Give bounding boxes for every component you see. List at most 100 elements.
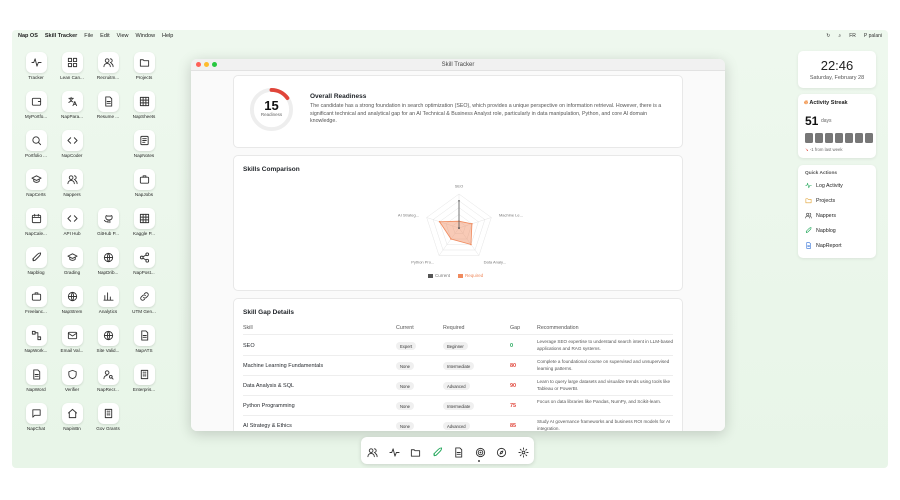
desktop-app-napjobs[interactable]: NapJobs: [126, 169, 162, 205]
quick-action-napblog[interactable]: Napblog: [805, 227, 836, 234]
legend-current[interactable]: Current: [428, 273, 450, 278]
col-required: Required: [443, 325, 465, 331]
refresh-icon[interactable]: ↻: [826, 33, 830, 39]
user-search-icon: [97, 364, 119, 385]
desktop-app-label: NapCerts: [26, 192, 46, 197]
desktop-app-freelanc[interactable]: Freelanc...: [18, 286, 54, 322]
desktop-app-api-hub[interactable]: API Hub: [54, 208, 90, 244]
desktop-app-analytics[interactable]: Analytics: [90, 286, 126, 322]
desktop-app-gov-grants[interactable]: Gov Grants: [90, 403, 126, 439]
desktop-app-label: Enterpris...: [132, 387, 156, 392]
desktop-app-napsheets[interactable]: NapSheets: [126, 91, 162, 127]
desktop-app-nappost[interactable]: NapPost...: [126, 247, 162, 283]
home-icon: [61, 403, 83, 424]
quick-action-napreport[interactable]: NapReport: [805, 242, 842, 249]
menu-help[interactable]: Help: [162, 33, 173, 39]
menu-view[interactable]: View: [117, 33, 129, 39]
desktop-app-github-p[interactable]: GitHub P...: [90, 208, 126, 244]
os-menu[interactable]: Nap OS: [18, 33, 38, 39]
menu-window[interactable]: Window: [135, 33, 155, 39]
app-menu[interactable]: Skill Tracker: [45, 33, 77, 39]
desktop-app-projects[interactable]: Projects: [126, 52, 162, 88]
required-level-badge: Beginner: [443, 342, 468, 350]
desktop-app-portfolio[interactable]: Portfolio ...: [18, 130, 54, 166]
desktop-app-napdrib[interactable]: NapDrib...: [90, 247, 126, 283]
desktop-app-naprecr[interactable]: NapRecr...: [90, 364, 126, 400]
menu-edit[interactable]: Edit: [100, 33, 109, 39]
streak-bars: [805, 133, 873, 143]
required-level-badge: Advanced: [443, 422, 470, 430]
current-level-badge: None: [396, 402, 415, 410]
table-row[interactable]: Python Programming None Intermediate 75 Focu…: [243, 396, 673, 416]
desktop-app-label: GitHub P...: [97, 231, 119, 236]
dock-document-icon[interactable]: [453, 445, 464, 458]
desktop-app-napinbn[interactable]: NapinBn: [54, 403, 90, 439]
graduation-icon: [25, 169, 47, 190]
table-row[interactable]: Machine Learning Fundamentals None Interme…: [243, 356, 673, 376]
streak-day-bar: [805, 133, 813, 143]
table-row[interactable]: AI Strategy & Ethics None Advanced 85 Study …: [243, 416, 673, 431]
radar-axis-label: Python Pro...: [411, 259, 434, 264]
desktop-app-email-val[interactable]: Email Val...: [54, 325, 90, 361]
table-row[interactable]: SEO Expert Beginner 0 Leverage SEO expertise…: [243, 336, 673, 356]
col-current: Current: [396, 325, 414, 331]
desktop-app-enterpris[interactable]: Enterpris...: [126, 364, 162, 400]
github-icon: [97, 208, 119, 229]
desktop-app-kaggle-p[interactable]: Kaggle P...: [126, 208, 162, 244]
search-icon[interactable]: ⌕: [838, 33, 841, 39]
radar-point-required: [450, 238, 452, 240]
dock-gear-icon[interactable]: [517, 445, 529, 458]
desktop-app-napwork[interactable]: NapWork...: [18, 325, 54, 361]
desktop-app-napnotes[interactable]: NapNotes: [126, 130, 162, 166]
desktop-app-label: NapWork...: [24, 348, 48, 353]
desktop-app-lean-can[interactable]: Lean Can...: [54, 52, 90, 88]
desktop-app-napcale[interactable]: NapCale...: [18, 208, 54, 244]
streak-day-bar: [865, 133, 873, 143]
desktop-app-label: NapCoder: [61, 153, 83, 158]
desktop-app-napblog[interactable]: Napblog: [18, 247, 54, 283]
language-badge[interactable]: FR: [849, 33, 856, 39]
menu-file[interactable]: File: [84, 33, 93, 39]
legend-required[interactable]: Required: [458, 273, 483, 278]
gap-value: 0: [510, 343, 514, 349]
table-row[interactable]: Data Analysis & SQL None Advanced 90 Learn t…: [243, 376, 673, 396]
quick-action-nappers[interactable]: Nappers: [805, 212, 836, 219]
desktop-app-tracker[interactable]: Tracker: [18, 52, 54, 88]
desktop-app-nappara[interactable]: NapPara...: [54, 91, 90, 127]
quick-action-projects[interactable]: Projects: [805, 197, 835, 204]
desktop-app-napword[interactable]: NapWord: [18, 364, 54, 400]
window-titlebar[interactable]: Skill Tracker: [191, 59, 725, 71]
radar-axis-label: Data Analy...: [484, 259, 506, 264]
desktop-app-nappers[interactable]: Nappers: [54, 169, 90, 205]
desktop-app-verifier[interactable]: Verifier: [54, 364, 90, 400]
graduation-icon: [61, 247, 83, 268]
desktop-app-utm-gen[interactable]: UTM Gen...: [126, 286, 162, 322]
desktop-app-grading[interactable]: Grading: [54, 247, 90, 283]
desktop-app-label: Portfolio ...: [25, 153, 47, 158]
user-menu[interactable]: P palani: [864, 33, 882, 39]
desktop-app-site-valid[interactable]: Site Valid...: [90, 325, 126, 361]
quick-action-log-activity[interactable]: Log Activity: [805, 182, 843, 189]
dock-activity-icon[interactable]: [388, 445, 400, 457]
activity-streak-widget: 🔥︎ Activity Streak 51 days ↘ -1 from las…: [798, 94, 876, 158]
skill-tracker-window[interactable]: Skill Tracker 15 Readiness Overall Readi…: [191, 59, 725, 431]
desktop-app-recruitm[interactable]: Recruitm...: [90, 52, 126, 88]
desktop-app-napchat[interactable]: NapChat: [18, 403, 54, 439]
dock-rocket-icon[interactable]: [432, 445, 443, 457]
dock-users-icon[interactable]: [367, 445, 378, 458]
desktop-app-label: Email Val...: [60, 348, 84, 353]
desktop-app-myportfo[interactable]: MyPortfo...: [18, 91, 54, 127]
desktop: Nap OS Skill Tracker File Edit View Wind…: [12, 30, 888, 468]
gap-value: 90: [510, 383, 517, 389]
dock-compass-icon[interactable]: [496, 445, 507, 458]
dock-target-icon[interactable]: [475, 445, 486, 458]
desktop-app-napstrem[interactable]: NapStrem: [54, 286, 90, 322]
desktop-app-napats[interactable]: NapATS: [126, 325, 162, 361]
streak-day-bar: [835, 133, 843, 143]
desktop-app-napcerts[interactable]: NapCerts: [18, 169, 54, 205]
desktop-app-napcoder[interactable]: NapCoder: [54, 130, 90, 166]
recommendation-text: Learn to query large datasets and visual…: [537, 379, 671, 391]
desktop-app-resume[interactable]: Resume ...: [90, 91, 126, 127]
dock-folder-icon[interactable]: [410, 445, 421, 457]
streak-day-bar: [815, 133, 823, 143]
